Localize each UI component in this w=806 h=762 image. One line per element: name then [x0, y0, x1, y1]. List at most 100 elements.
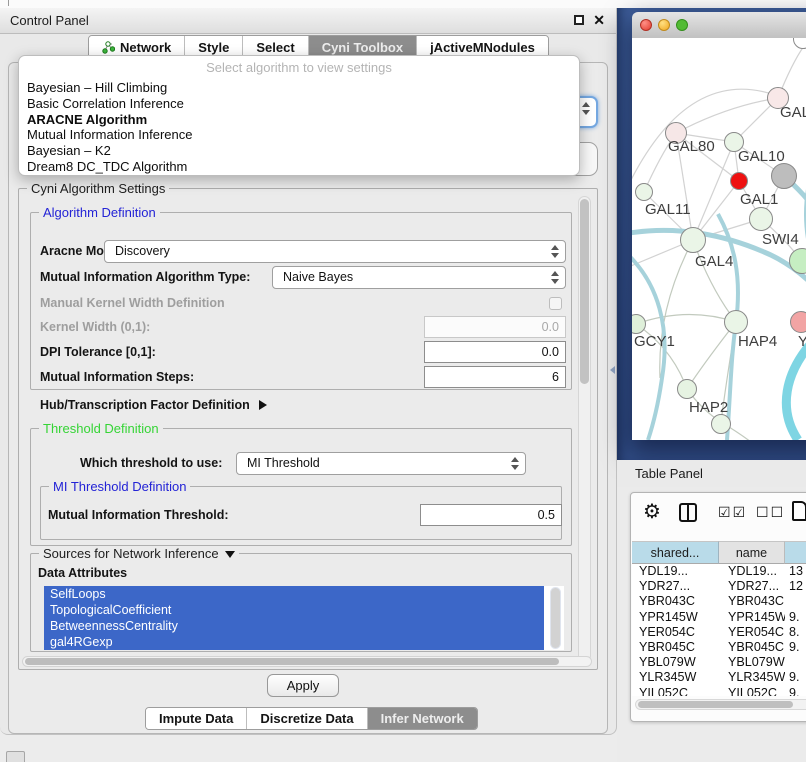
- table-row[interactable]: YBR045CYBR045C9.: [632, 640, 806, 655]
- network-node[interactable]: [771, 163, 797, 189]
- network-node[interactable]: [730, 172, 748, 190]
- control-panel-title: Control Panel: [10, 13, 89, 28]
- table-row[interactable]: YBL079WYBL079W: [632, 655, 806, 670]
- mi-algorithm-type-value: Naive Bayes: [283, 270, 353, 284]
- horizontal-scrollbar-thumb[interactable]: [25, 658, 559, 665]
- column-header-shared[interactable]: shared...: [632, 541, 719, 564]
- spinner-icon: [581, 102, 589, 115]
- table-row[interactable]: YLR345WYLR345W9.: [632, 670, 806, 685]
- table-cell: YBR045C: [719, 640, 785, 655]
- algorithm-option-aracne-algorithm[interactable]: ARACNE Algorithm: [19, 112, 579, 128]
- manual-kernel-width-checkbox[interactable]: [549, 297, 562, 310]
- network-node-gal11[interactable]: [635, 183, 653, 201]
- select-all-icon[interactable]: ☑☑: [718, 504, 747, 521]
- table-horizontal-scrollbar[interactable]: [635, 699, 806, 710]
- settings-scrollbar[interactable]: [578, 196, 591, 662]
- table-cell: 13: [785, 564, 806, 579]
- hub-definition-label: Hub/Transcription Factor Definition: [40, 398, 250, 412]
- kernel-width-field[interactable]: 0.0: [424, 316, 566, 338]
- node-label-gal1: GAL1: [740, 191, 778, 208]
- document-icon[interactable]: [792, 501, 806, 521]
- table-horizontal-scrollbar-thumb[interactable]: [638, 701, 793, 708]
- sources-group-title-text: Sources for Network Inference: [43, 546, 219, 561]
- column-header-name[interactable]: name: [719, 541, 785, 564]
- attributes-scrollbar[interactable]: [550, 587, 561, 649]
- column-header-col3[interactable]: [785, 541, 806, 564]
- minimize-traffic-light[interactable]: [658, 19, 670, 31]
- close-icon[interactable]: ✕: [593, 12, 605, 28]
- table-panel-title: Table Panel: [635, 466, 703, 481]
- sources-group-title[interactable]: Sources for Network Inference: [39, 546, 239, 561]
- table-cell: YER054C: [719, 625, 785, 640]
- network-view-window: GALGAL80GAL10GAL1GAL11SWI4GAL4GCY1HAP4YH…: [632, 12, 806, 440]
- settings-scrollbar-thumb[interactable]: [580, 199, 589, 384]
- network-window-titlebar[interactable]: [632, 12, 806, 39]
- node-label-gal: GAL: [780, 104, 806, 121]
- table-cell: YIL052C: [719, 686, 785, 697]
- unselect-all-icon[interactable]: ☐☐: [756, 504, 785, 521]
- apply-button[interactable]: Apply: [267, 674, 339, 697]
- aracne-mode-combo[interactable]: Discovery: [104, 240, 566, 263]
- which-threshold-combo[interactable]: MI Threshold: [236, 452, 526, 475]
- node-label-gal80: GAL80: [668, 138, 715, 155]
- table-cell: [785, 655, 806, 670]
- attribute-item-betweennesscentrality[interactable]: BetweennessCentrality: [44, 618, 544, 634]
- network-node-hap4[interactable]: [724, 310, 748, 334]
- table-cell: YIL052C: [632, 686, 719, 697]
- table-cell: YPR145W: [632, 610, 719, 625]
- algorithm-option-bayesian-k2[interactable]: Bayesian – K2: [19, 143, 579, 159]
- node-label-gcy1: GCY1: [634, 333, 675, 350]
- which-threshold-value: MI Threshold: [247, 456, 320, 470]
- mi-algorithm-type-combo[interactable]: Naive Bayes: [272, 266, 566, 289]
- attributes-scrollbar-thumb[interactable]: [551, 588, 560, 648]
- table-cell: YBR043C: [719, 594, 785, 609]
- table-row[interactable]: YBR043CYBR043C: [632, 594, 806, 609]
- table-cell: 9.: [785, 670, 806, 685]
- which-threshold-label: Which threshold to use:: [80, 452, 222, 475]
- collapsed-arrow-icon: [259, 400, 267, 410]
- network-node-gal1[interactable]: [749, 207, 773, 231]
- expanded-arrow-icon: [225, 551, 235, 558]
- attribute-item-selfloops[interactable]: SelfLoops: [44, 586, 544, 602]
- bottom-tab-infer-network[interactable]: Infer Network: [368, 708, 477, 729]
- attribute-item-topologicalcoefficient[interactable]: TopologicalCoefficient: [44, 602, 544, 618]
- algorithm-definition-title: Algorithm Definition: [39, 205, 160, 220]
- algorithm-option-mutual-information-inference[interactable]: Mutual Information Inference: [19, 127, 579, 143]
- table-row[interactable]: YER054CYER054C8.: [632, 625, 806, 640]
- zoom-traffic-light[interactable]: [676, 19, 688, 31]
- corner-widget-icon[interactable]: [6, 751, 25, 762]
- table-row[interactable]: YDR27...YDR27...12: [632, 579, 806, 594]
- table-row[interactable]: YPR145WYPR145W9.: [632, 610, 806, 625]
- top-strip: [0, 0, 806, 8]
- panel-sash-marker[interactable]: [610, 366, 615, 374]
- column-layout-icon[interactable]: [679, 503, 697, 522]
- unchecked-box-icon: ☐: [771, 504, 786, 520]
- node-label-gal11: GAL11: [645, 201, 691, 218]
- algorithm-option-basic-correlation-inference[interactable]: Basic Correlation Inference: [19, 96, 579, 112]
- hub-definition-toggle[interactable]: Hub/Transcription Factor Definition: [40, 398, 267, 412]
- network-icon: [102, 41, 115, 54]
- network-node[interactable]: [711, 414, 731, 434]
- table-cell: YLR345W: [632, 670, 719, 685]
- dpi-tolerance-field[interactable]: 0.0: [424, 341, 566, 363]
- table-row[interactable]: YIL052CYIL052C9.: [632, 686, 806, 697]
- network-node-hap2[interactable]: [677, 379, 697, 399]
- attribute-item-gal4rgexp[interactable]: gal4RGexp: [44, 634, 544, 650]
- mi-steps-field[interactable]: 6: [424, 366, 566, 388]
- network-canvas[interactable]: GALGAL80GAL10GAL1GAL11SWI4GAL4GCY1HAP4YH…: [632, 38, 806, 440]
- algorithm-option-bayesian-hill-climbing[interactable]: Bayesian – Hill Climbing: [19, 80, 579, 96]
- bottom-tab-impute-data[interactable]: Impute Data: [146, 708, 247, 729]
- table-row[interactable]: YDL19...YDL19...13: [632, 564, 806, 579]
- gear-icon[interactable]: ⚙: [643, 499, 661, 524]
- horizontal-scrollbar[interactable]: [22, 656, 592, 667]
- bottom-tab-discretize-data[interactable]: Discretize Data: [247, 708, 367, 729]
- network-node-gal4[interactable]: [680, 227, 706, 253]
- mi-threshold-field[interactable]: 0.5: [420, 504, 562, 526]
- cyni-algorithm-settings-title: Cyni Algorithm Settings: [27, 181, 169, 196]
- algorithm-option-dream8-dc-tdc-algorithm[interactable]: Dream8 DC_TDC Algorithm: [19, 159, 579, 175]
- tab-cyni-toolbox-label: Cyni Toolbox: [322, 40, 403, 55]
- data-attributes-label: Data Attributes: [38, 566, 127, 580]
- float-window-icon[interactable]: [574, 15, 584, 25]
- close-traffic-light[interactable]: [640, 19, 652, 31]
- network-node-y[interactable]: [790, 311, 806, 333]
